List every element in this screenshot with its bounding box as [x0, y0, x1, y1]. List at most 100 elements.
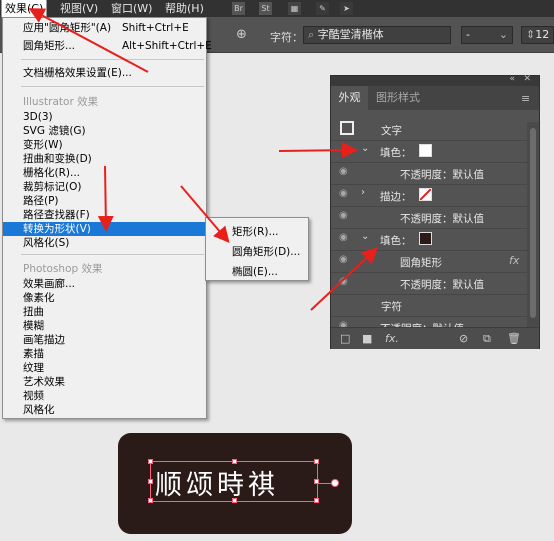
eye-icon[interactable]: ◉ [339, 276, 348, 287]
selection-handle[interactable] [148, 498, 153, 503]
eye-icon[interactable]: ◉ [339, 232, 348, 243]
delete-icon[interactable]: 🗑 [507, 332, 521, 345]
menu-effect[interactable]: 效果(C) [0, 0, 48, 18]
fill-swatch-dark[interactable] [419, 232, 432, 245]
menu-item-rasterize[interactable]: 栅格化(R)... [3, 166, 206, 180]
menu-item-distort[interactable]: 扭曲 [3, 305, 206, 319]
opacity-label: 不透明度：默认值 [400, 213, 484, 225]
photoshop-effects-header: Photoshop 效果 [23, 263, 103, 275]
menu-item-raster-settings[interactable]: 文档栅格效果设置(E)... [3, 66, 206, 80]
menu-item-effect-gallery[interactable]: 效果画廊... [3, 277, 206, 291]
menu-help[interactable]: 帮助(H) [162, 0, 207, 17]
rotate-connector [318, 483, 332, 484]
selection-handle[interactable] [148, 479, 153, 484]
opacity-label: 不透明度：默认值 [400, 169, 484, 181]
menu-item-rounded-rect[interactable]: 圆角矩形... Alt+Shift+Ctrl+E [3, 39, 212, 53]
selection-handle[interactable] [148, 459, 153, 464]
stroke-swatch-none[interactable] [419, 188, 432, 201]
menu-view[interactable]: 视图(V) [57, 0, 101, 17]
fill-swatch-white[interactable] [419, 144, 432, 157]
stroke-row[interactable]: ◉ › 描边： [331, 184, 527, 206]
opacity-row[interactable]: ◉ 不透明度：默认值 [331, 272, 527, 294]
object-row[interactable]: 文字 [331, 118, 527, 140]
add-fill-icon[interactable]: ■ [362, 332, 372, 345]
brush-icon[interactable]: ✎ [316, 2, 329, 15]
menu-bar: 效果(C) 视图(V) 窗口(W) 帮助(H) Br St ▦ ✎ ➤ [0, 0, 554, 18]
menu-item-stylize[interactable]: 风格化(S) [3, 236, 206, 250]
menu-item-label: 应用"圆角矩形"(A) [23, 22, 112, 34]
menu-item-pathfinder[interactable]: 路径查找器(F) [3, 208, 206, 222]
opacity-row[interactable]: ◉ 不透明度：默认值 [331, 316, 527, 327]
selection-handle[interactable] [232, 459, 237, 464]
menu-item-blur[interactable]: 模糊 [3, 319, 206, 333]
menu-window[interactable]: 窗口(W) [108, 0, 155, 17]
add-effect-icon[interactable]: fx. [385, 332, 399, 345]
menu-item-3d[interactable]: 3D(3) [3, 110, 206, 124]
arrange-icon[interactable]: ▦ [288, 2, 301, 15]
menu-separator [21, 254, 204, 255]
submenu-item-rounded-rectangle[interactable]: 圆角矩形(D)... [232, 244, 300, 259]
panel-menu-icon[interactable]: ≡ [521, 92, 530, 105]
rotate-handle[interactable] [331, 479, 339, 487]
chevron-down-icon[interactable]: ⌄ [361, 231, 369, 242]
send-icon[interactable]: ➤ [340, 2, 353, 15]
effect-label[interactable]: 圆角矩形 [400, 255, 442, 270]
menu-item-apply-rounded-rect[interactable]: 应用"圆角矩形"(A) Shift+Ctrl+E [3, 21, 206, 35]
collapse-icon[interactable]: « [509, 74, 515, 84]
panel-footer: □ ■ fx. ⊘ ⧉ 🗑 [331, 327, 539, 349]
submenu-item-ellipse[interactable]: 椭圆(E)... [232, 264, 278, 279]
selection-bounding-box[interactable] [148, 459, 319, 503]
menu-item-pixelate[interactable]: 像素化 [3, 291, 206, 305]
menu-item-artistic[interactable]: 艺术效果 [3, 375, 206, 389]
selection-handle[interactable] [314, 459, 319, 464]
menu-item-path[interactable]: 路径(P) [3, 194, 206, 208]
menu-item-convert-to-shape[interactable]: 转换为形状(V) [3, 222, 206, 236]
scrollbar-thumb[interactable] [530, 128, 536, 318]
characters-row[interactable]: 字符 [331, 294, 527, 316]
tab-graphic-styles[interactable]: 图形样式 [368, 86, 539, 110]
font-size-field[interactable]: ⇕12 [521, 26, 554, 44]
font-family-select[interactable]: ⌕ 字酷堂清楷体 [303, 26, 451, 44]
eye-icon[interactable]: ◉ [339, 320, 348, 327]
menu-item-stylize-ps[interactable]: 风格化 [3, 403, 206, 417]
chevron-down-icon[interactable]: ⌄ [361, 143, 369, 154]
chevron-right-icon[interactable]: › [361, 187, 365, 198]
menu-item-brush-strokes[interactable]: 画笔描边 [3, 333, 206, 347]
fx-icon: fx [509, 254, 520, 267]
effect-row[interactable]: ◉ 圆角矩形 fx [331, 250, 527, 272]
duplicate-item-icon[interactable]: ⧉ [483, 332, 491, 346]
menu-item-svg-filters[interactable]: SVG 滤镜(G) [3, 124, 206, 138]
fill-row-1[interactable]: ⌄ 填色： [331, 140, 527, 162]
object-thumbnail [340, 121, 354, 135]
globe-icon[interactable]: ⊕ [236, 27, 247, 42]
illustrator-effects-header: Illustrator 效果 [23, 96, 99, 108]
clear-appearance-icon[interactable]: ⊘ [459, 332, 468, 345]
opacity-row[interactable]: ◉ 不透明度：默认值 [331, 162, 527, 184]
close-icon[interactable]: ✕ [523, 74, 531, 84]
eye-icon[interactable]: ◉ [339, 188, 348, 199]
eye-icon[interactable]: ◉ [339, 210, 348, 221]
menu-item-sketch[interactable]: 素描 [3, 347, 206, 361]
eye-icon[interactable]: ◉ [339, 166, 348, 177]
menu-item-distort-transform[interactable]: 扭曲和变换(D) [3, 152, 206, 166]
tab-appearance[interactable]: 外观 [331, 86, 368, 110]
submenu-item-rectangle[interactable]: 矩形(R)... [232, 224, 279, 239]
menu-item-crop-marks[interactable]: 裁剪标记(O) [3, 180, 206, 194]
stock-icon[interactable]: St [259, 2, 272, 15]
menu-item-warp[interactable]: 变形(W) [3, 138, 206, 152]
font-style-select[interactable]: - ⌄ [461, 26, 513, 44]
fill-row-2[interactable]: ◉ ⌄ 填色： [331, 228, 527, 250]
selection-handle[interactable] [232, 498, 237, 503]
menu-item-video[interactable]: 视频 [3, 389, 206, 403]
stepper-icon: ⇕ [526, 28, 536, 41]
add-stroke-icon[interactable]: □ [340, 332, 350, 345]
bridge-icon[interactable]: Br [232, 2, 245, 15]
no-stroke-icon [420, 189, 431, 200]
opacity-row[interactable]: ◉ 不透明度：默认值 [331, 206, 527, 228]
panel-drag-bar[interactable]: « ✕ [331, 74, 539, 86]
eye-icon[interactable]: ◉ [339, 254, 348, 265]
effect-menu: 应用"圆角矩形"(A) Shift+Ctrl+E 圆角矩形... Alt+Shift… [2, 17, 212, 419]
selection-handle[interactable] [314, 498, 319, 503]
appearance-panel: « ✕ 外观 图形样式 ≡ 文字 ⌄ 填色： ◉ 不透明度：默认值 ◉ › 描边… [330, 74, 540, 349]
menu-item-texture[interactable]: 纹理 [3, 361, 206, 375]
